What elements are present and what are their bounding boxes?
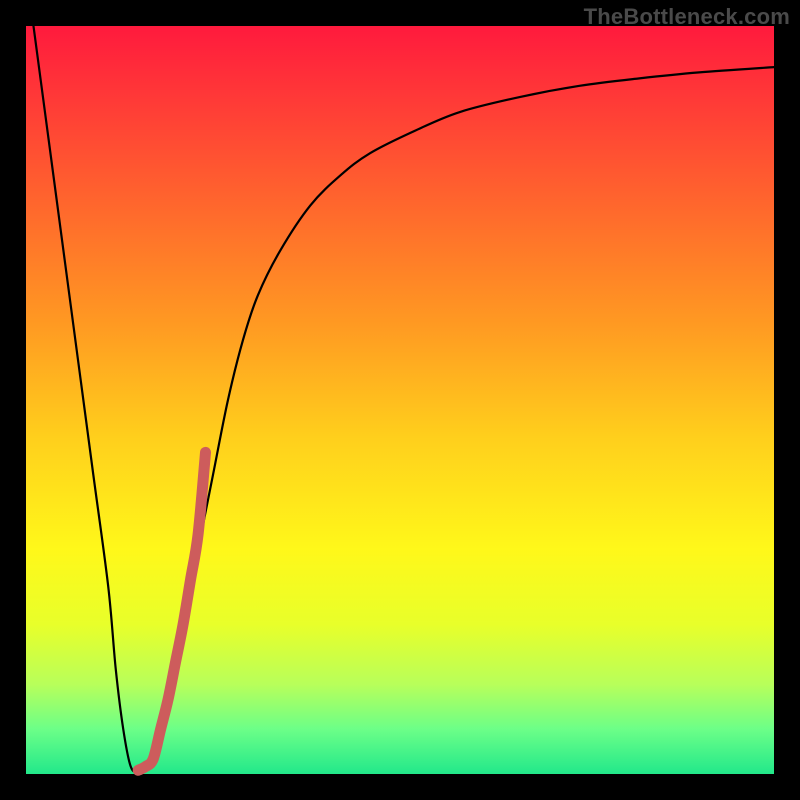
bottleneck-curve (33, 26, 774, 771)
highlight-segment (138, 452, 205, 770)
chart-svg (0, 0, 800, 800)
curve-layer (33, 26, 774, 771)
chart-frame: TheBottleneck.com (0, 0, 800, 800)
